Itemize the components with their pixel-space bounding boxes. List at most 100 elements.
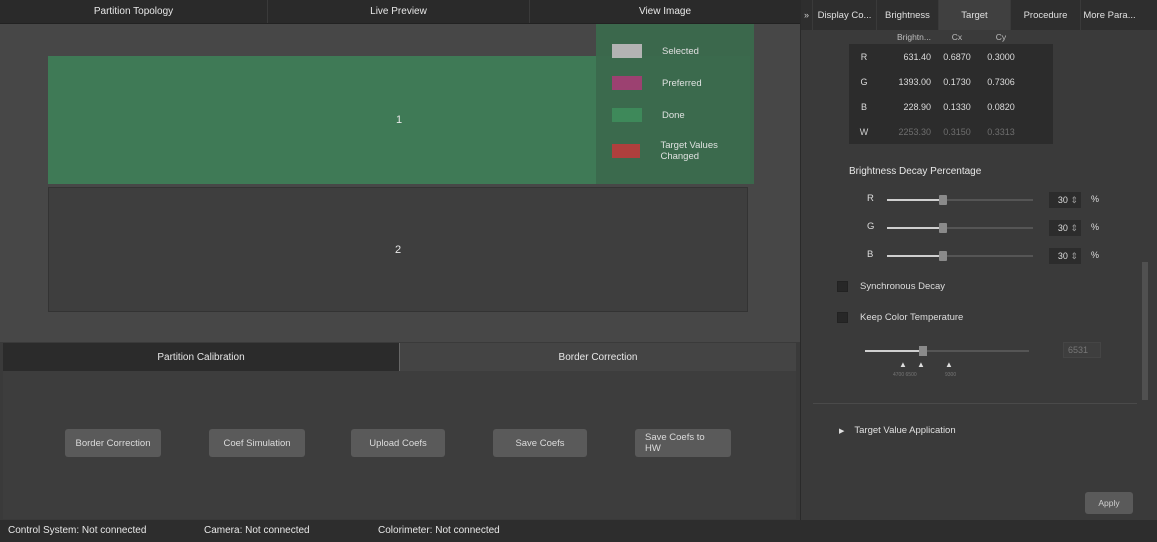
slider-handle[interactable] [939, 195, 947, 205]
decay-spinbox-r[interactable]: 30 ⇕ [1049, 192, 1081, 208]
border-correction-panel: Border Correction Coef Simulation Upload… [3, 371, 796, 519]
slider-handle[interactable] [939, 251, 947, 261]
section-divider [813, 403, 1137, 404]
brightness-cell[interactable]: 631.40 [879, 52, 935, 62]
legend-swatch [612, 108, 642, 122]
preset-label: 4700 6500 [893, 372, 917, 378]
target-values-table: Brightn... Cx Cy R 631.40 0.6870 0.3000 … [849, 30, 1053, 154]
cy-cell[interactable]: 0.7306 [979, 77, 1023, 87]
decay-slider-r: R 30 ⇕ % [865, 192, 1109, 208]
table-header: Brightn... Cx Cy [849, 30, 1053, 44]
apply-button[interactable]: Apply [1085, 492, 1133, 514]
decay-spinbox-g[interactable]: 30 ⇕ [1049, 220, 1081, 236]
preset-marker-icon[interactable]: ▲ [945, 360, 953, 369]
slider-handle[interactable] [919, 346, 927, 356]
colorimeter-status: Colorimeter: Not connected [378, 525, 500, 536]
slider-track [943, 199, 1033, 201]
legend-label: Target Values Changed [660, 140, 718, 162]
table-row: G 1393.00 0.1730 0.7306 [849, 69, 1053, 94]
save-coefs-button[interactable]: Save Coefs [493, 429, 587, 457]
percent-label: % [1091, 222, 1100, 232]
settings-panel: » Display Co... Brightness Target Proced… [800, 0, 1157, 520]
table-row: B 228.90 0.1330 0.0820 [849, 94, 1053, 119]
percent-label: % [1091, 250, 1100, 260]
brightness-cell[interactable]: 1393.00 [879, 77, 935, 87]
spin-value: 30 [1057, 195, 1068, 205]
tab-target[interactable]: Target [939, 0, 1011, 30]
zone-number: 1 [395, 114, 403, 126]
synchronous-decay-checkbox[interactable] [837, 281, 848, 292]
spin-arrows-icon[interactable]: ⇕ [1070, 251, 1078, 262]
legend-swatch [612, 76, 642, 90]
legend-item-selected: Selected [612, 44, 699, 58]
decay-spinbox-b[interactable]: 30 ⇕ [1049, 248, 1081, 264]
tab-scroll-left-icon[interactable]: » [801, 0, 813, 30]
slider-track [943, 227, 1033, 229]
keep-color-temperature-option[interactable]: Keep Color Temperature [837, 312, 963, 323]
zone-number: 2 [394, 243, 402, 256]
tab-live-preview[interactable]: Live Preview [268, 0, 530, 23]
tab-brightness[interactable]: Brightness [877, 0, 939, 30]
table-body: R 631.40 0.6870 0.3000 G 1393.00 0.1730 … [849, 44, 1053, 144]
spin-value: 30 [1057, 223, 1068, 233]
channel-label: W [859, 126, 869, 137]
upload-coefs-button[interactable]: Upload Coefs [351, 429, 445, 457]
synchronous-decay-option[interactable]: Synchronous Decay [837, 281, 945, 292]
cy-cell: 0.3313 [987, 126, 1015, 137]
camera-status: Camera: Not connected [204, 525, 310, 536]
table-row: W 2253.30 0.3150 0.3313 [849, 119, 1053, 144]
checkbox-label: Keep Color Temperature [860, 312, 964, 323]
slider-label: R [867, 193, 874, 204]
column-header-cx: Cx [951, 32, 963, 42]
partition-zone-2[interactable]: 2 [48, 187, 748, 312]
cy-cell[interactable]: 0.0820 [979, 102, 1023, 112]
coef-simulation-button[interactable]: Coef Simulation [209, 429, 305, 457]
keep-color-temperature-checkbox[interactable] [837, 312, 848, 323]
expand-arrow-icon[interactable]: ▶ [839, 427, 844, 435]
control-system-status: Control System: Not connected [8, 525, 147, 536]
cx-cell[interactable]: 0.1730 [935, 77, 979, 87]
preset-marker-icon[interactable]: ▲ [917, 360, 925, 369]
border-correction-button[interactable]: Border Correction [65, 429, 161, 457]
slider-track [927, 350, 1029, 352]
section-label: Target Value Application [854, 425, 956, 436]
preset-marker-icon[interactable]: ▲ [899, 360, 907, 369]
channel-label: G [860, 76, 868, 87]
cx-cell[interactable]: 0.1330 [935, 102, 979, 112]
tab-more-parameters[interactable]: More Para... [1081, 0, 1138, 30]
save-coefs-to-hw-button[interactable]: Save Coefs to HW [635, 429, 731, 457]
color-temperature-value: 6531 [1063, 342, 1101, 358]
tab-view-image[interactable]: View Image [530, 0, 800, 23]
brightness-cell[interactable]: 228.90 [879, 102, 935, 112]
cx-cell: 0.3150 [943, 126, 971, 137]
settings-scrollbar[interactable] [1142, 262, 1148, 400]
tab-partition-topology[interactable]: Partition Topology [0, 0, 268, 23]
slider-fill [887, 227, 943, 229]
view-tab-bar: Partition Topology Live Preview View Ima… [0, 0, 800, 24]
slider-label: G [867, 221, 875, 232]
slider-handle[interactable] [939, 223, 947, 233]
decay-slider-g: G 30 ⇕ % [865, 220, 1109, 236]
cy-cell[interactable]: 0.3000 [979, 52, 1023, 62]
status-bar: Control System: Not connected Camera: No… [0, 520, 1157, 542]
status-legend: Selected Preferred Done Target Values Ch… [596, 24, 754, 184]
cx-cell[interactable]: 0.6870 [935, 52, 979, 62]
tab-border-correction[interactable]: Border Correction [399, 343, 796, 371]
brightness-decay-title: Brightness Decay Percentage [849, 166, 982, 177]
target-value-application-section[interactable]: ▶ Target Value Application [839, 425, 956, 436]
percent-label: % [1091, 194, 1100, 204]
spin-arrows-icon[interactable]: ⇕ [1070, 223, 1078, 234]
color-temperature-slider[interactable] [865, 343, 1029, 359]
channel-label: R [860, 51, 868, 62]
settings-tab-bar: » Display Co... Brightness Target Proced… [801, 0, 1157, 30]
tab-partition-calibration[interactable]: Partition Calibration [3, 343, 399, 371]
checkbox-label: Synchronous Decay [860, 281, 946, 292]
table-row: R 631.40 0.6870 0.3000 [849, 44, 1053, 69]
column-header-brightness: Brightn... [896, 32, 931, 42]
legend-item-done: Done [612, 108, 685, 122]
temp-value-text: 6531 [1068, 345, 1089, 355]
tab-display-config[interactable]: Display Co... [813, 0, 877, 30]
spin-arrows-icon[interactable]: ⇕ [1070, 195, 1078, 206]
legend-swatch [612, 44, 642, 58]
tab-procedure[interactable]: Procedure [1011, 0, 1081, 30]
